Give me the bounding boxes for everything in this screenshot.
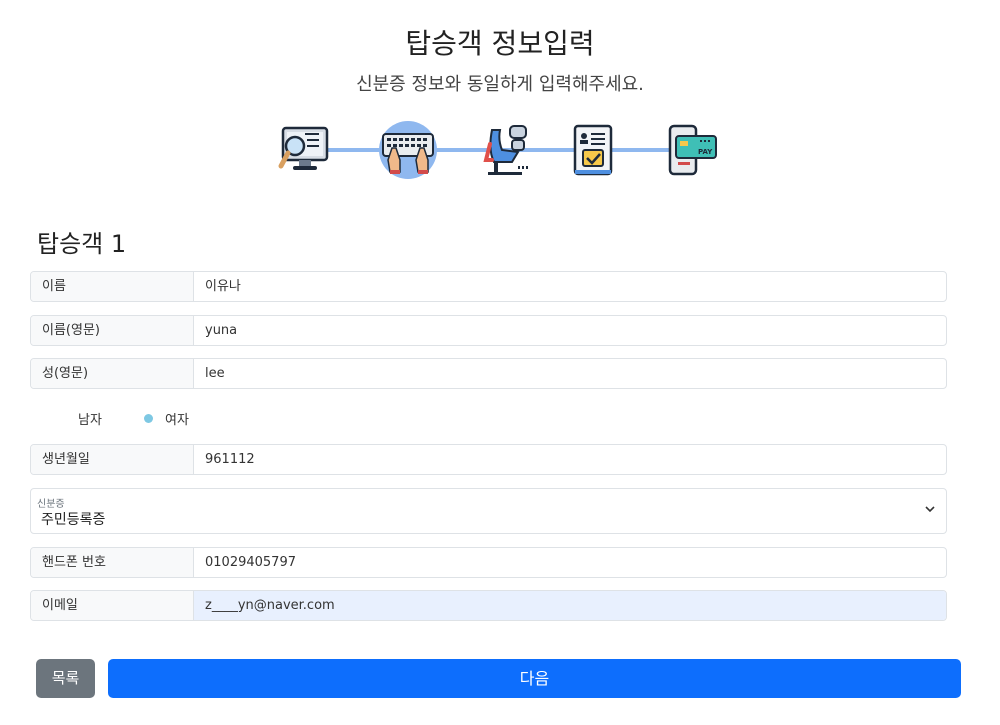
gender-female-option[interactable]: 여자	[165, 409, 189, 428]
name-en-label: 이름(영문)	[31, 316, 194, 345]
chevron-down-icon	[925, 506, 935, 513]
monitor-search-icon	[275, 120, 335, 180]
name-field: 이름 이유나	[30, 271, 947, 302]
name-en-input[interactable]: yuna	[194, 316, 946, 345]
birthdate-input[interactable]: 961112	[194, 445, 946, 474]
id-type-label: 신분증	[37, 499, 65, 510]
email-input[interactable]: z____yn@naver.com	[194, 591, 946, 620]
page-title: 탑승객 정보입력	[405, 27, 595, 60]
gender-male-option[interactable]: 남자	[78, 409, 102, 428]
page-subtitle: 신분증 정보와 동일하게 입력해주세요.	[356, 74, 644, 95]
name-en-field: 이름(영문) yuna	[30, 315, 947, 346]
surname-en-label: 성(영문)	[31, 359, 194, 388]
id-type-select[interactable]: 신분증 주민등록증	[30, 488, 947, 534]
id-card-check-icon	[563, 120, 623, 180]
name-label: 이름	[31, 272, 194, 301]
keyboard-typing-icon	[378, 120, 438, 180]
email-field: 이메일 z____yn@naver.com	[30, 590, 947, 621]
phone-field: 핸드폰 번호 01029405797	[30, 547, 947, 578]
airplane-seat-icon	[478, 120, 538, 180]
surname-en-input[interactable]: lee	[194, 359, 946, 388]
progress-steps: PAY	[275, 120, 725, 182]
phone-label: 핸드폰 번호	[31, 548, 194, 577]
passenger-section-title: 탑승객 1	[37, 230, 127, 258]
birthdate-field: 생년월일 961112	[30, 444, 947, 475]
list-button[interactable]: 목록	[36, 659, 95, 698]
email-label: 이메일	[31, 591, 194, 620]
phone-input[interactable]: 01029405797	[194, 548, 946, 577]
next-button[interactable]: 다음	[108, 659, 961, 698]
surname-en-field: 성(영문) lee	[30, 358, 947, 389]
mobile-pay-icon: PAY	[658, 120, 718, 180]
svg-text:PAY: PAY	[698, 148, 713, 156]
birthdate-label: 생년월일	[31, 445, 194, 474]
name-input[interactable]: 이유나	[194, 272, 946, 301]
gender-female-radio[interactable]	[144, 414, 153, 423]
id-type-value: 주민등록증	[41, 512, 106, 528]
